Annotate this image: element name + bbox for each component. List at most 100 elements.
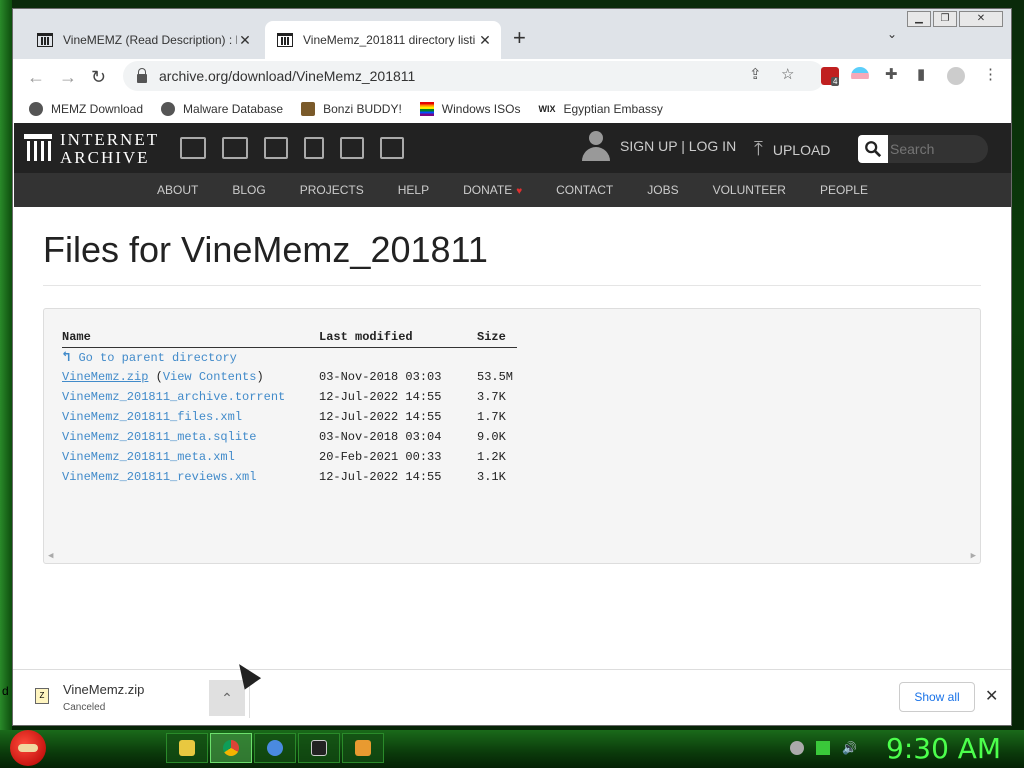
bookmark-bonzi-buddy[interactable]: Bonzi BUDDY! xyxy=(301,102,402,116)
volume-icon[interactable]: 🔊 xyxy=(842,741,857,755)
nav-blog[interactable]: BLOG xyxy=(232,183,265,197)
reload-icon[interactable]: ↻ xyxy=(91,67,106,88)
file-modified: 12-Jul-2022 14:55 xyxy=(319,470,442,484)
archive-favicon-icon xyxy=(37,33,53,47)
address-bar[interactable]: archive.org/download/VineMemz_201811 xyxy=(123,61,825,91)
internet-archive-logo[interactable]: INTERNET ARCHIVE xyxy=(24,131,159,167)
video-film-icon[interactable] xyxy=(264,137,288,159)
window-controls: ▁ ❐ ✕ xyxy=(907,11,1003,27)
images-icon[interactable] xyxy=(380,137,404,159)
nav-help[interactable]: HELP xyxy=(398,183,429,197)
tray-app-icon[interactable] xyxy=(790,741,804,755)
file-size: 1.7K xyxy=(477,410,506,424)
minimize-button[interactable]: ▁ xyxy=(907,11,931,27)
nav-people[interactable]: PEOPLE xyxy=(820,183,868,197)
kebab-menu-icon[interactable]: ⋮ xyxy=(983,65,998,83)
media-type-nav xyxy=(180,137,404,159)
nav-donate[interactable]: DONATE ♥ xyxy=(463,183,522,197)
forward-arrow-icon[interactable]: → xyxy=(59,67,77,88)
taskbar-file-explorer[interactable] xyxy=(166,733,208,763)
software-floppy-icon[interactable] xyxy=(340,137,364,159)
parent-directory-link[interactable]: Go to parent directory xyxy=(78,351,236,365)
browser-toolbar: ← → ↻ archive.org/download/VineMemz_2018… xyxy=(13,59,1011,95)
wix-icon: WIX xyxy=(538,104,556,114)
globe-icon xyxy=(29,102,43,116)
file-link[interactable]: VineMemz_201811_archive.torrent xyxy=(62,390,285,404)
start-angry-bird-icon[interactable] xyxy=(10,730,46,766)
search-input[interactable] xyxy=(888,141,984,157)
bookmark-memz-download[interactable]: MEMZ Download xyxy=(29,102,143,116)
bookmark-windows-isos[interactable]: Windows ISOs xyxy=(419,102,520,116)
taskbar-7zip[interactable] xyxy=(298,733,340,763)
donate-label: DONATE xyxy=(463,183,513,197)
bookmark-label: Bonzi BUDDY! xyxy=(323,102,402,116)
file-link[interactable]: VineMemz_201811_meta.xml xyxy=(62,450,235,464)
tab-close-icon[interactable]: ✕ xyxy=(237,32,253,49)
nav-volunteer[interactable]: VOLUNTEER xyxy=(713,183,786,197)
view-contents-link[interactable]: View Contents xyxy=(163,370,257,384)
taskbar-app-3[interactable] xyxy=(254,733,296,763)
puzzle-extensions-icon[interactable]: ✚ xyxy=(885,65,898,83)
horizontal-scrollbar[interactable]: ◀ ▶ xyxy=(44,549,980,563)
share-icon[interactable]: ⇪ xyxy=(749,65,762,83)
ublock-extension-icon[interactable]: 4 xyxy=(821,67,840,86)
file-link[interactable]: VineMemz.zip xyxy=(62,370,148,384)
table-row: VineMemz_201811_reviews.xml 12-Jul-2022 … xyxy=(62,467,517,487)
upload-arrow-icon: ⤒ xyxy=(754,138,763,160)
show-all-button[interactable]: Show all xyxy=(899,682,975,712)
maximize-button[interactable]: ❐ xyxy=(933,11,957,27)
nav-projects[interactable]: PROJECTS xyxy=(300,183,364,197)
file-link[interactable]: VineMemz_201811_meta.sqlite xyxy=(62,430,256,444)
profile-avatar-icon[interactable] xyxy=(947,67,965,85)
taskbar-app-5[interactable] xyxy=(342,733,384,763)
taskbar-clock[interactable]: 9:30 AM xyxy=(886,732,1001,765)
close-window-button[interactable]: ✕ xyxy=(959,11,1003,27)
sign-in-link[interactable]: SIGN UP | LOG IN xyxy=(582,131,736,161)
column-header-name: Name xyxy=(62,327,319,348)
file-link[interactable]: VineMemz_201811_reviews.xml xyxy=(62,470,256,484)
close-shelf-icon[interactable]: ✕ xyxy=(985,686,998,706)
new-tab-button[interactable]: + xyxy=(513,25,526,51)
tab-strip: VineMEMZ (Read Description) : F ✕ VineMe… xyxy=(13,9,1011,59)
system-tray: 🔊 xyxy=(790,741,857,755)
tab-vinememz-details[interactable]: VineMEMZ (Read Description) : F ✕ xyxy=(25,21,261,59)
download-filename[interactable]: VineMemz.zip xyxy=(63,682,144,697)
archive-favicon-icon xyxy=(277,33,293,47)
bookmark-malware-database[interactable]: Malware Database xyxy=(161,102,283,116)
table-row: VineMemz.zip (View Contents) 03-Nov-2018… xyxy=(62,367,517,387)
audio-speaker-icon[interactable] xyxy=(304,137,324,159)
column-header-size: Size xyxy=(477,327,517,348)
taskbar-chrome[interactable] xyxy=(210,733,252,763)
search-icon[interactable] xyxy=(858,135,888,163)
back-arrow-icon[interactable]: ← xyxy=(27,67,45,88)
bookmark-star-icon[interactable]: ☆ xyxy=(781,65,794,83)
scroll-left-arrow-icon[interactable]: ◀ xyxy=(48,551,53,561)
side-panel-icon[interactable]: ▮ xyxy=(917,65,925,83)
texts-book-icon[interactable] xyxy=(222,137,248,159)
bookmarks-bar: MEMZ Download Malware Database Bonzi BUD… xyxy=(13,95,1011,123)
nav-about[interactable]: ABOUT xyxy=(157,183,198,197)
lock-icon[interactable] xyxy=(137,67,147,83)
network-icon[interactable] xyxy=(816,741,830,755)
file-size: 9.0K xyxy=(477,430,506,444)
bookmark-egyptian-embassy[interactable]: WIX Egyptian Embassy xyxy=(538,102,662,116)
tab-close-icon[interactable]: ✕ xyxy=(477,32,493,49)
trans-flag-extension-icon[interactable] xyxy=(851,67,869,85)
tab-directory-listing[interactable]: VineMemz_201811 directory listi ✕ xyxy=(265,21,501,59)
table-row: VineMemz_201811_meta.sqlite 03-Nov-2018 … xyxy=(62,427,517,447)
nav-contact[interactable]: CONTACT xyxy=(556,183,613,197)
tab-search-chevron-icon[interactable]: ⌄ xyxy=(887,27,897,41)
bonzi-icon xyxy=(301,102,316,116)
logo-text-line1: INTERNET xyxy=(60,130,160,149)
nav-jobs[interactable]: JOBS xyxy=(647,183,678,197)
download-options-chevron-icon[interactable]: ⌃ xyxy=(209,680,245,716)
desktop-background xyxy=(0,0,12,730)
parent-directory-arrow-icon[interactable]: ↰ xyxy=(62,350,70,366)
web-icon[interactable] xyxy=(180,137,206,159)
file-modified: 12-Jul-2022 14:55 xyxy=(319,410,442,424)
url-text: archive.org/download/VineMemz_201811 xyxy=(159,68,416,84)
extension-badge: 4 xyxy=(831,77,840,86)
scroll-right-arrow-icon[interactable]: ▶ xyxy=(971,551,976,561)
file-link[interactable]: VineMemz_201811_files.xml xyxy=(62,410,242,424)
upload-link[interactable]: ⤒ UPLOAD xyxy=(754,138,830,161)
